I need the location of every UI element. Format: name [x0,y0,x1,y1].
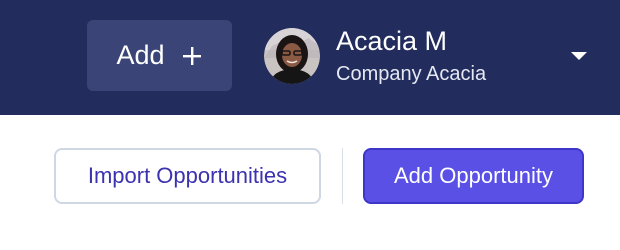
action-bar: Import Opportunities Add Opportunity [0,115,620,250]
user-avatar[interactable] [264,28,320,84]
add-button-label: Add [116,40,165,70]
divider [342,148,343,204]
user-company: Company Acacia [336,63,487,85]
add-button[interactable]: Add [87,20,232,91]
top-bar: Add Acacia M Company Acacia [0,0,620,115]
caret-down-icon[interactable] [571,52,587,60]
add-opportunity-button[interactable]: Add Opportunity [363,148,584,204]
user-name: Acacia M [336,26,448,56]
plus-icon [181,45,203,67]
import-opportunities-button[interactable]: Import Opportunities [54,148,321,204]
